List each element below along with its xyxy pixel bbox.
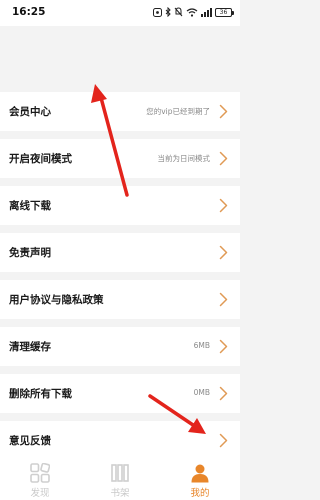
tab-label: 发现 bbox=[30, 488, 50, 499]
settings-item-label: 开启夜间模式 bbox=[9, 153, 72, 165]
settings-item-member-center[interactable]: 会员中心 您的vip已经到期了 bbox=[0, 92, 240, 131]
tab-discover[interactable]: 发现 bbox=[0, 460, 80, 500]
chevron-right-icon bbox=[219, 292, 228, 307]
settings-item-label: 删除所有下载 bbox=[9, 388, 72, 400]
settings-item-disclaimer[interactable]: 免责声明 bbox=[0, 233, 240, 272]
tab-mine[interactable]: 我的 bbox=[160, 460, 240, 500]
settings-item-clear-cache[interactable]: 清理缓存 6MB bbox=[0, 327, 240, 366]
tab-bookshelf[interactable]: 书架 bbox=[80, 460, 160, 500]
settings-item-feedback[interactable]: 意见反馈 bbox=[0, 421, 240, 460]
settings-item-user-agreement[interactable]: 用户协议与隐私政策 bbox=[0, 280, 240, 319]
settings-item-value: 您的vip已经到期了 bbox=[146, 107, 210, 116]
chevron-right-icon bbox=[219, 198, 228, 213]
status-icons: 36 bbox=[153, 6, 234, 18]
settings-item-value: 0MB bbox=[193, 388, 210, 397]
tab-label: 我的 bbox=[190, 488, 210, 499]
bookshelf-icon bbox=[111, 464, 129, 482]
settings-item-label: 离线下载 bbox=[9, 200, 51, 212]
chevron-right-icon bbox=[219, 339, 228, 354]
chevron-right-icon bbox=[219, 386, 228, 401]
profile-person-icon bbox=[191, 464, 209, 483]
bluetooth-icon bbox=[165, 7, 171, 17]
message-icon bbox=[153, 7, 162, 17]
settings-item-value: 6MB bbox=[193, 341, 210, 350]
settings-item-label: 清理缓存 bbox=[9, 341, 51, 353]
chevron-right-icon bbox=[219, 104, 228, 119]
wifi-icon bbox=[186, 7, 198, 17]
chevron-right-icon bbox=[219, 151, 228, 166]
settings-item-delete-downloads[interactable]: 删除所有下载 0MB bbox=[0, 374, 240, 413]
settings-item-offline-download[interactable]: 离线下载 bbox=[0, 186, 240, 225]
chevron-right-icon bbox=[219, 433, 228, 448]
battery-icon: 36 bbox=[215, 7, 234, 17]
settings-item-night-mode[interactable]: 开启夜间模式 当前为日间模式 bbox=[0, 139, 240, 178]
bottom-nav: 发现 书架 我的 bbox=[0, 460, 240, 500]
tab-label: 书架 bbox=[110, 488, 130, 499]
status-bar: 16:25 36 bbox=[0, 0, 240, 26]
settings-item-value: 当前为日间模式 bbox=[157, 154, 211, 163]
settings-item-label: 用户协议与隐私政策 bbox=[9, 294, 104, 306]
settings-item-label: 免责声明 bbox=[9, 247, 51, 259]
signal-icon bbox=[201, 7, 212, 17]
settings-item-label: 意见反馈 bbox=[9, 435, 51, 447]
chevron-right-icon bbox=[219, 245, 228, 260]
mute-icon bbox=[174, 7, 183, 17]
status-time: 16:25 bbox=[12, 6, 46, 18]
settings-item-label: 会员中心 bbox=[9, 106, 51, 118]
discover-grid-icon bbox=[30, 463, 50, 483]
